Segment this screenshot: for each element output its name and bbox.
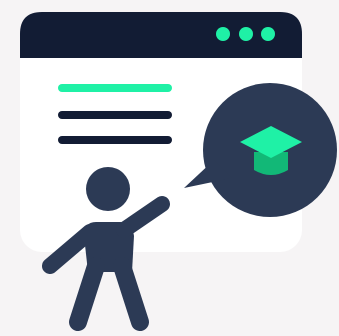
illustration-stage (0, 0, 339, 336)
window-dot-2 (239, 27, 253, 41)
person-head (86, 167, 130, 211)
person-left-leg (69, 257, 105, 331)
teaching-illustration (20, 12, 337, 331)
window-dot-1 (216, 27, 230, 41)
window-titlebar (20, 12, 302, 58)
person-right-leg (113, 257, 149, 331)
window-dot-3 (261, 27, 275, 41)
